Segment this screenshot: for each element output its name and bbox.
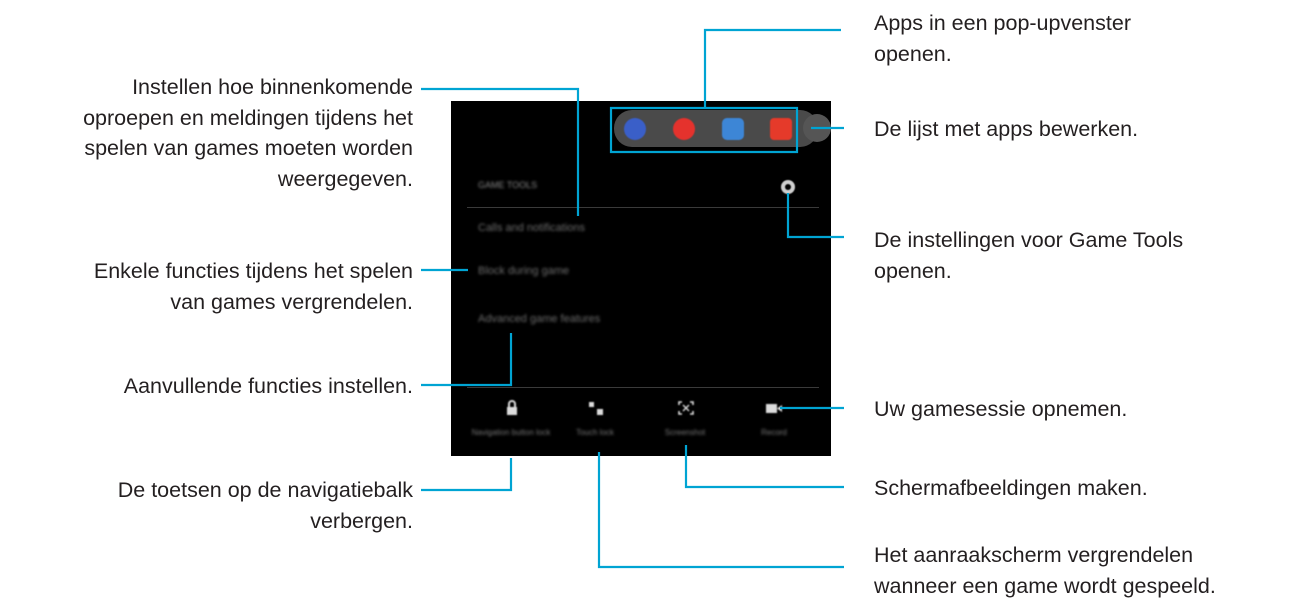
tool-label-screenshot: Screenshot (664, 428, 706, 437)
callout-line: De instellingen voor Game Tools (874, 228, 1184, 252)
tool-label-record: Record (761, 428, 787, 437)
callout-edit-apps: De lijst met apps bewerken. (874, 114, 1138, 145)
connector-touch-lock (597, 452, 844, 569)
callout-line: van games vergrendelen. (170, 289, 413, 314)
callout-line: Het aanraakscherm vergrendelen (874, 543, 1194, 567)
edit-apps-icon[interactable] (803, 114, 831, 142)
tools-divider (467, 387, 819, 388)
lock-icon[interactable] (503, 400, 521, 416)
callout-line: spelen van games moeten worden (84, 136, 413, 160)
callout-line: wanneer een game wordt gespeeld. (874, 573, 1216, 598)
touch-lock-icon[interactable] (587, 400, 605, 416)
callout-line: Aanvullende functies instellen. (123, 374, 413, 398)
settings-gear-icon[interactable] (781, 180, 795, 194)
callout-line: openen. (874, 41, 952, 66)
screenshot-icon[interactable] (677, 400, 695, 416)
callout-line: verbergen. (310, 508, 413, 533)
browser-app-icon[interactable] (624, 118, 646, 140)
callout-screenshot: Schermafbeeldingen maken. (874, 473, 1148, 504)
callout-line: oproepen en meldingen tijdens het (83, 105, 413, 130)
tool-label-navigation-lock: Navigation button lock (471, 428, 551, 437)
youtube-app-icon[interactable] (673, 118, 695, 140)
app-tray (598, 101, 831, 155)
record-icon[interactable] (765, 400, 783, 416)
callout-line: De toetsen op de navigatiebalk (117, 478, 413, 502)
callout-advanced-features: Aanvullende functies instellen. (124, 371, 413, 402)
callout-line: Instellen hoe binnenkomende (132, 75, 413, 99)
callout-nav-bar: De toetsen op de navigatiebalk verbergen… (118, 475, 413, 536)
callout-line: Uw gamesessie opnemen. (874, 397, 1128, 421)
game-tools-header: GAME TOOLS (478, 180, 538, 190)
callout-line: openen. (874, 258, 952, 283)
callout-line: Schermafbeeldingen maken. (874, 476, 1148, 500)
connector-nav-lock (421, 458, 513, 492)
callout-line: De lijst met apps bewerken. (874, 117, 1139, 141)
callout-line: Apps in een pop-upvenster (874, 11, 1131, 35)
menu-item-advanced-features[interactable]: Advanced game features (478, 313, 600, 325)
flipboard-app-icon[interactable] (770, 118, 792, 140)
menu-item-block-during-game[interactable]: Block during game (478, 265, 569, 277)
callout-touch-lock: Het aanraakscherm vergrendelen wanneer e… (874, 540, 1216, 601)
menu-item-calls-notifications[interactable]: Calls and notifications (478, 222, 585, 234)
callout-line: Enkele functies tijdens het spelen (93, 259, 413, 283)
connector-popup (703, 28, 841, 108)
callout-block-features: Enkele functies tijdens het spelen van g… (94, 256, 413, 317)
messages-app-icon[interactable] (722, 118, 744, 140)
callout-line: weergegeven. (277, 166, 413, 191)
callout-record: Uw gamesessie opnemen. (874, 394, 1127, 425)
callout-settings: De instellingen voor Game Tools openen. (874, 225, 1183, 286)
callout-popup-apps: Apps in een pop-upvenster openen. (874, 8, 1131, 69)
tool-label-touch-lock: Touch lock (576, 428, 614, 437)
header-divider (467, 207, 819, 208)
callout-calls-notifications: Instellen hoe binnenkomende oproepen en … (83, 72, 413, 194)
